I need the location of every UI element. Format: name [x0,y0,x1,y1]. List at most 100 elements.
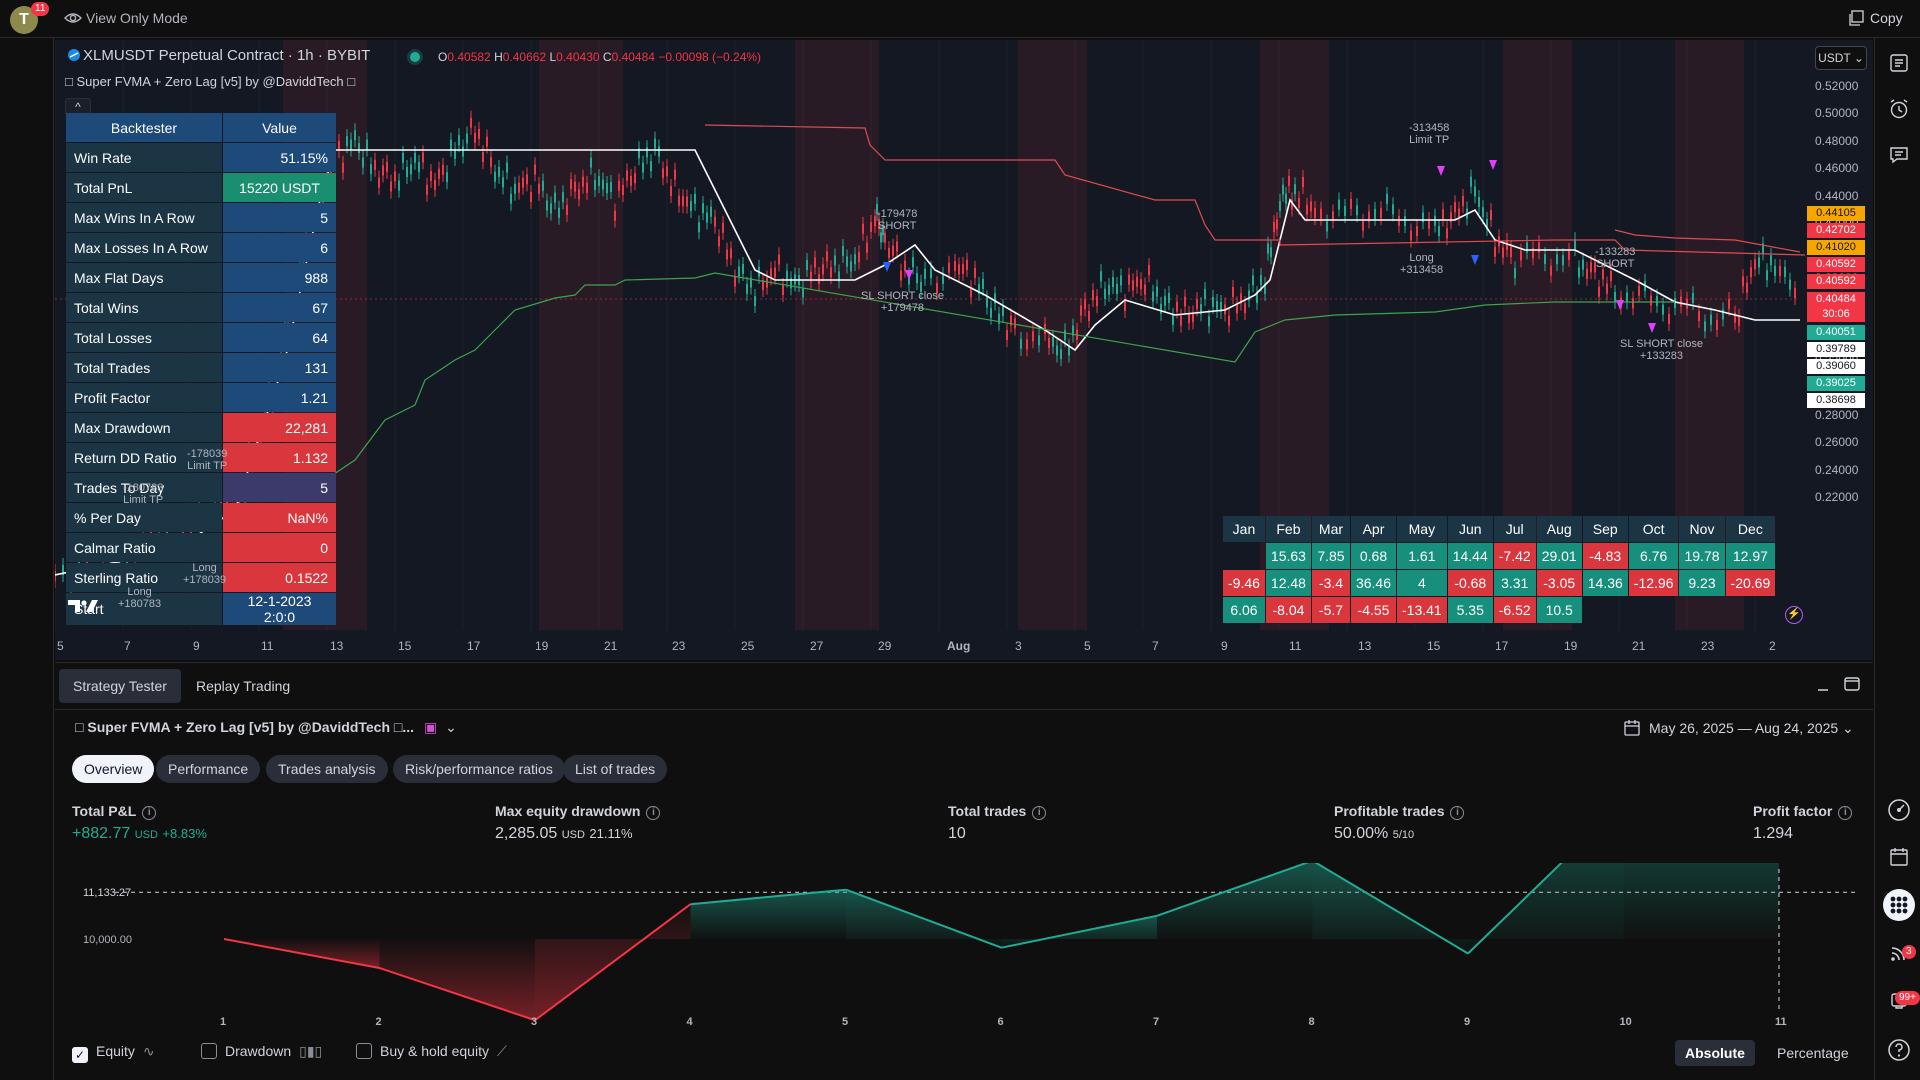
candle-body [422,152,424,163]
info-icon[interactable]: i [1838,806,1853,820]
candle-body [924,268,926,279]
candle-body [1244,303,1246,314]
monthly-cell: 19.78 [1679,543,1725,569]
time-axis-label: 3 [1015,639,1022,653]
trade-marker [1437,166,1445,176]
candle-body [858,252,860,263]
chat-icon[interactable] [1886,144,1912,170]
price-tag: 0.40051 [1807,325,1865,340]
subtab-trades-analysis[interactable]: Trades analysis [266,755,388,783]
info-icon[interactable]: i [1032,806,1047,820]
candle-body [850,261,852,272]
toggle-percentage[interactable]: Percentage [1767,1040,1859,1066]
monthly-cell: 7.85 [1311,543,1350,569]
candle-body [1216,301,1218,312]
candle-body [822,264,824,275]
monthly-cell: 9.23 [1679,570,1725,596]
toggle-absolute[interactable]: Absolute [1675,1040,1755,1066]
candle-body [1273,221,1275,232]
candle-body [478,128,480,139]
info-icon[interactable]: i [142,806,157,820]
avatar-badge: 11 [31,2,50,16]
tab-strategy-tester[interactable]: Strategy Tester [59,669,181,703]
buy-hold-checkbox[interactable]: Buy & hold equity ⟋ [356,1043,507,1060]
candle-body [518,182,520,193]
candle-body [954,260,956,271]
price-chart[interactable]: XLMUSDT Perpetual Contract · 1h · BYBIT … [55,40,1873,660]
strategy-box-icon: □ [75,719,88,735]
equity-x-label: 9 [1464,1016,1470,1028]
date-range-selector[interactable]: May 26, 2025 — Aug 24, 2025 ⌄ [1623,719,1854,737]
equity-chart[interactable]: 11,133.27 10,000.00 1 2 3 4 5 6 7 8 9 10 11 [55,863,1873,1033]
candle-body [522,177,524,188]
time-axis-label: 17 [467,639,481,653]
candle-body [618,180,620,191]
symbol-title[interactable]: XLMUSDT Perpetual Contract · 1h · BYBIT [67,47,370,64]
drawdown-checkbox[interactable]: Drawdown ▯▮▯ [201,1043,322,1060]
candle-body [1502,247,1504,258]
info-icon[interactable]: i [1450,806,1465,820]
tradingview-logo[interactable] [68,598,100,614]
candle-body [406,166,408,177]
candle-body [1350,198,1352,209]
monthly-row: -9.46 12.48 -3.4 36.46 4 -0.68 3.31 -3.05 14.36-… [1223,570,1776,596]
currency-select[interactable]: USDT ⌄ [1815,46,1867,70]
candle-body [1774,265,1776,276]
speedometer-icon[interactable] [1886,798,1912,824]
candle-body [958,264,960,275]
metric-max-dd-label: Max equity drawdown i [495,803,661,820]
view-only-mode[interactable]: View Only Mode [64,10,188,26]
subtab-performance[interactable]: Performance [156,755,261,783]
backtester-row: Trades To Day 5 [66,473,336,502]
time-axis-label: 21 [1632,639,1646,653]
candle-body [1294,184,1296,195]
backtester-value: 1.21 [223,383,336,412]
backtester-key: % Per Day [66,503,222,532]
info-icon[interactable]: i [646,806,661,820]
indicator-legend[interactable]: □ Super FVMA + Zero Lag [v5] by @DaviddT… [65,74,355,89]
candle-body [1578,267,1580,278]
candle-body [438,168,440,179]
candle-body [880,232,882,243]
subtab-risk-ratios[interactable]: Risk/performance ratios [393,755,565,783]
equity-checkbox[interactable]: ✓ Equity ∿ [72,1043,155,1063]
candle-body [698,222,700,233]
trade-annotation: Long +313458 [1400,252,1444,276]
candle-body [494,171,496,182]
candle-body [642,162,644,173]
watchlist-icon[interactable] [1886,52,1912,78]
candle-body [414,152,416,163]
candle-body [474,132,476,143]
calendar-icon[interactable] [1886,846,1912,872]
subtab-list-of-trades[interactable]: List of trades [563,755,668,783]
candle-body [1766,270,1768,281]
equity-x-label: 6 [998,1016,1004,1028]
candle-body [662,168,664,179]
candle-body [1136,276,1138,287]
candle-body [912,257,914,268]
subtab-overview[interactable]: Overview [72,755,155,783]
candle-body [870,221,872,232]
candle-body [634,173,636,184]
monthly-cell: -9.46 [1223,570,1265,596]
candle-body [1100,271,1102,282]
backtester-value: 5 [223,473,336,502]
close-label: C [602,50,612,64]
backtester-value: 64 [223,323,336,352]
candle-body [366,139,368,150]
copy-button[interactable]: Copy [1848,10,1903,26]
candle-body [1124,300,1126,311]
lightning-icon[interactable]: ⚡ [1785,606,1803,624]
monthly-cell: -8.04 [1265,597,1311,623]
candle-body [678,195,680,206]
apps-grid-icon[interactable] [1883,889,1915,921]
strategy-selector[interactable]: □ Super FVMA + Zero Lag [v5] by @DaviddT… [75,719,457,736]
candle-body [1156,286,1158,297]
equity-x-label: 3 [531,1016,537,1028]
help-icon[interactable] [1886,1038,1912,1064]
alarm-clock-icon[interactable] [1886,98,1912,124]
minimize-panel-icon[interactable] [1816,678,1830,692]
candle-body [854,254,856,265]
maximize-panel-icon[interactable] [1843,675,1861,693]
tab-replay-trading[interactable]: Replay Trading [182,669,304,703]
